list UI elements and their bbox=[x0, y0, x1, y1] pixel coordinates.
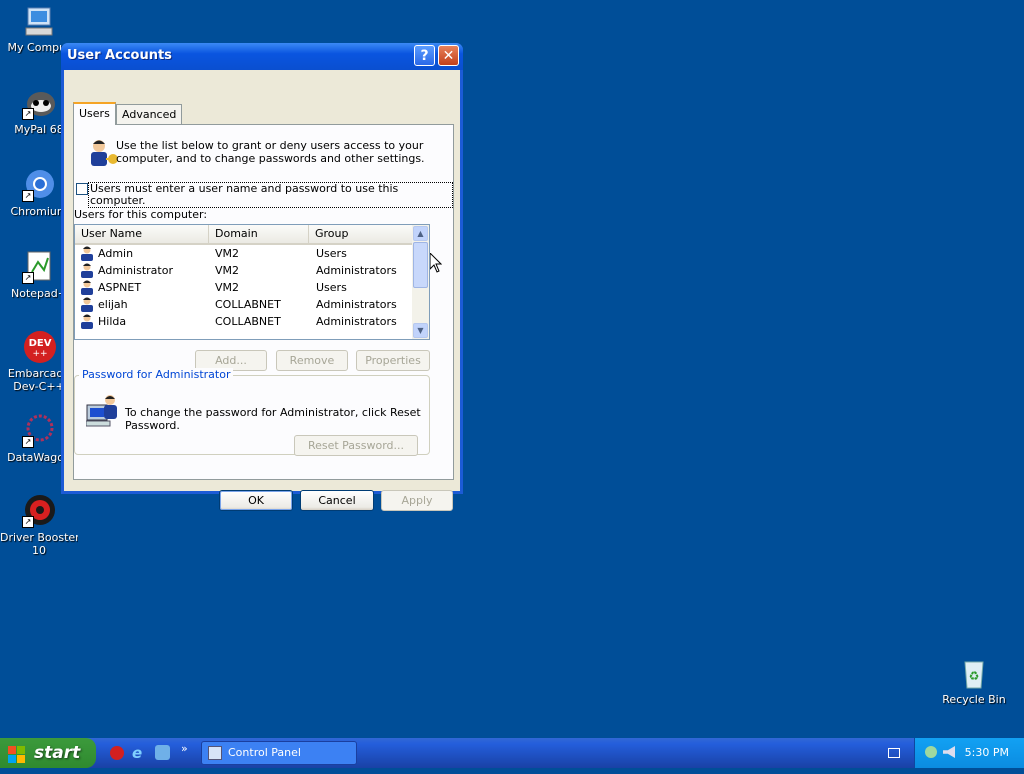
table-row[interactable]: elijah COLLABNET Administrators bbox=[75, 296, 413, 313]
cell-group: Administrators bbox=[316, 264, 397, 277]
ok-button[interactable]: OK bbox=[219, 490, 293, 511]
my-computer-icon bbox=[22, 4, 56, 38]
cell-user-name: Administrator bbox=[98, 264, 173, 277]
taskbar: start e » Control Panel 5:30 PM bbox=[0, 738, 1024, 768]
window-title: User Accounts bbox=[67, 48, 172, 63]
tab-advanced[interactable]: Advanced bbox=[116, 104, 183, 124]
windows-flag-icon bbox=[8, 744, 26, 763]
users-keys-icon bbox=[86, 137, 120, 169]
shortcut-arrow-icon: ↗ bbox=[22, 108, 34, 120]
table-row[interactable]: ASPNET VM2 Users bbox=[75, 279, 413, 296]
notepad-plus-icon: ↗ bbox=[22, 250, 56, 284]
password-text-1: To change the password for Administrator… bbox=[125, 406, 421, 419]
table-row[interactable]: Administrator VM2 Administrators bbox=[75, 262, 413, 279]
taskbar-item-label: Control Panel bbox=[228, 746, 301, 759]
user-computer-icon bbox=[85, 393, 120, 427]
properties-button[interactable]: Properties bbox=[356, 350, 430, 371]
close-button[interactable]: ✕ bbox=[438, 45, 459, 66]
remove-button[interactable]: Remove bbox=[276, 350, 348, 371]
tab-users[interactable]: Users bbox=[73, 102, 116, 125]
apply-button[interactable]: Apply bbox=[381, 490, 453, 511]
recycle-bin-icon: ♻ bbox=[957, 656, 991, 690]
cell-user-name: Hilda bbox=[98, 315, 127, 328]
dialog-client: Users Advanced Use the list below to gra… bbox=[64, 70, 460, 511]
start-label: start bbox=[34, 743, 81, 763]
require-password-label[interactable]: Users must enter a user name and passwor… bbox=[88, 182, 453, 208]
quicklaunch-expand-icon[interactable]: » bbox=[181, 742, 188, 755]
user-icon bbox=[79, 245, 95, 261]
tray-network-icon[interactable] bbox=[925, 746, 937, 758]
column-header-group[interactable]: Group bbox=[309, 225, 413, 243]
quicklaunch-devcpp-icon[interactable] bbox=[110, 746, 124, 760]
cell-user-name: ASPNET bbox=[98, 281, 142, 294]
quicklaunch-ie-icon[interactable]: e bbox=[132, 745, 148, 761]
desktop-icon-recycle-bin[interactable]: ♻ Recycle Bin bbox=[935, 656, 1013, 706]
list-header: User Name Domain Group bbox=[75, 225, 413, 245]
users-tab-panel: Use the list below to grant or deny user… bbox=[73, 124, 454, 480]
require-password-checkbox[interactable] bbox=[76, 183, 88, 195]
title-bar[interactable]: User Accounts ? ✕ bbox=[61, 43, 463, 70]
table-row[interactable]: Hilda COLLABNET Administrators bbox=[75, 313, 413, 330]
scroll-thumb[interactable] bbox=[413, 242, 428, 288]
user-icon bbox=[79, 313, 95, 329]
desktop-icon-label-2: 10 bbox=[32, 544, 46, 557]
shortcut-arrow-icon: ↗ bbox=[22, 436, 34, 448]
list-scrollbar[interactable]: ▲ ▼ bbox=[412, 225, 429, 339]
cell-domain: VM2 bbox=[215, 247, 240, 260]
shortcut-arrow-icon: ↗ bbox=[22, 190, 34, 202]
column-header-user-name[interactable]: User Name bbox=[75, 225, 209, 243]
driver-booster-icon: ↗ bbox=[22, 494, 56, 528]
devcpp-icon: DEV ++ bbox=[22, 330, 56, 364]
taskbar-item-control-panel[interactable]: Control Panel bbox=[201, 741, 357, 765]
svg-text:♻: ♻ bbox=[969, 669, 980, 683]
cell-domain: COLLABNET bbox=[215, 315, 281, 328]
tray-volume-icon[interactable] bbox=[943, 746, 955, 758]
cell-domain: COLLABNET bbox=[215, 298, 281, 311]
cell-user-name: Admin bbox=[98, 247, 134, 260]
mypal-icon: ↗ bbox=[22, 86, 56, 120]
desktop-icon-label: Recycle Bin bbox=[942, 693, 1006, 706]
quicklaunch-browser-icon[interactable] bbox=[155, 745, 170, 760]
user-icon bbox=[79, 262, 95, 278]
clock[interactable]: 5:30 PM bbox=[965, 746, 1009, 759]
scroll-down-button[interactable]: ▼ bbox=[413, 323, 428, 338]
user-icon bbox=[79, 296, 95, 312]
chromium-icon: ↗ bbox=[22, 168, 56, 202]
password-text-2: Password. bbox=[125, 419, 180, 432]
users-list-caption: Users for this computer: bbox=[74, 208, 208, 221]
svg-text:++: ++ bbox=[32, 349, 47, 359]
cell-group: Administrators bbox=[316, 315, 397, 328]
intro-text-1: Use the list below to grant or deny user… bbox=[116, 139, 424, 152]
svg-text:DEV: DEV bbox=[29, 338, 52, 349]
shortcut-arrow-icon: ↗ bbox=[22, 272, 34, 284]
cell-domain: VM2 bbox=[215, 264, 240, 277]
intro-text-2: computer, and to change passwords and ot… bbox=[116, 152, 425, 165]
mouse-cursor-icon bbox=[429, 251, 443, 276]
help-button[interactable]: ? bbox=[414, 45, 435, 66]
cell-group: Administrators bbox=[316, 298, 397, 311]
datawagon-icon: ↗ bbox=[22, 414, 56, 448]
desktop-icon-driver-booster[interactable]: ↗ Driver Booster 10 bbox=[0, 494, 78, 557]
shortcut-arrow-icon: ↗ bbox=[22, 516, 34, 528]
users-list[interactable]: User Name Domain Group Admin VM2 Users Admi… bbox=[74, 224, 430, 340]
control-panel-icon bbox=[208, 746, 222, 760]
user-icon bbox=[79, 279, 95, 295]
user-accounts-window: User Accounts ? ✕ Users Advanced Use the… bbox=[61, 43, 463, 511]
start-button[interactable]: start bbox=[0, 738, 96, 768]
cell-user-name: elijah bbox=[98, 298, 128, 311]
table-row[interactable]: Admin VM2 Users bbox=[75, 245, 413, 262]
cell-domain: VM2 bbox=[215, 281, 240, 294]
scroll-up-button[interactable]: ▲ bbox=[413, 226, 428, 241]
password-group-title: Password for Administrator bbox=[79, 368, 234, 381]
keyboard-icon[interactable] bbox=[888, 748, 900, 758]
desktop-icon-label: Driver Booster bbox=[0, 531, 78, 544]
system-tray: 5:30 PM bbox=[914, 738, 1024, 768]
column-header-domain[interactable]: Domain bbox=[209, 225, 309, 243]
cell-group: Users bbox=[316, 281, 347, 294]
cell-group: Users bbox=[316, 247, 347, 260]
cancel-button[interactable]: Cancel bbox=[300, 490, 374, 511]
reset-password-button[interactable]: Reset Password... bbox=[294, 435, 418, 456]
